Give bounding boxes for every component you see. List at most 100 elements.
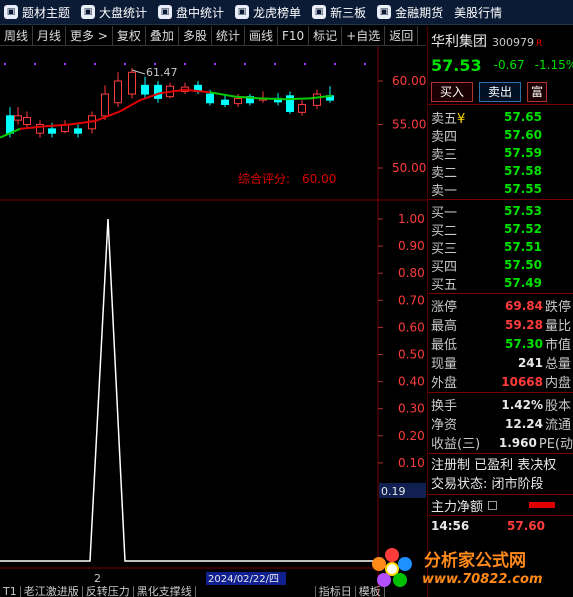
stats-block-2: 换手 1.42% 股本 净资 12.24 流通 收益(三) 1.960 PE(动 <box>428 395 573 453</box>
grid-dot <box>124 63 126 65</box>
toolbar-button-4[interactable]: 叠加 <box>146 25 179 46</box>
toolbar-button-7[interactable]: 画线 <box>245 25 278 46</box>
quote-panel: 华利集团 300979 R 57.53 -0.67 -1.15% 买入 卖出 富… <box>427 26 573 597</box>
net-flow-label: 主力净额 <box>431 499 484 515</box>
indicator-tabs: T1 老江激进版 反转压力 黑化支撑线 指标日 模板 <box>0 586 426 597</box>
toolbar-button-5[interactable]: 多股 <box>179 25 212 46</box>
board-icon: ▣ <box>312 5 327 19</box>
indicator-tick-label: 0.70 <box>398 293 425 307</box>
grid-icon: ▣ <box>4 5 18 19</box>
ask-price: 57.65 <box>504 110 542 124</box>
indicator-tab-3[interactable]: 黑化支撑线 <box>134 586 196 597</box>
toolbar-button-9[interactable]: 标记 <box>309 25 343 46</box>
nav-item-1[interactable]: ▣ 大盘统计 <box>77 0 154 24</box>
stats-divider <box>428 392 573 393</box>
indicator-tick-label: 0.30 <box>398 402 425 416</box>
stat-value: 12.24 <box>505 416 543 431</box>
stat-label: 涨停 <box>431 300 458 315</box>
nav-label: 龙虎榜单 <box>253 5 302 20</box>
ask-label: 卖五¥ <box>428 108 498 127</box>
toolbar-button-2[interactable]: 更多 > <box>66 25 113 46</box>
net-flow-row: 主力净额 <box>428 494 573 516</box>
order-book-row: 卖四 57.60 <box>428 126 573 145</box>
candle-body <box>14 115 22 121</box>
pie-chart-icon: ▣ <box>81 5 96 19</box>
trade-buttons: 买入 卖出 富 <box>428 79 573 105</box>
stat-value: 10668 <box>501 374 543 389</box>
toolbar-button-0[interactable]: 周线 <box>0 25 34 46</box>
bid-level: 买四 <box>431 259 458 275</box>
bid-level: 买三 <box>431 241 458 257</box>
toolbar-button-10[interactable]: +自选 <box>342 25 386 46</box>
toolbar-button-8[interactable]: F10 <box>278 25 310 46</box>
order-book-sell: 卖五¥ 57.65 卖四 57.60 卖三 57.59 卖二 57.58 卖一 57.55 <box>428 105 573 199</box>
nav-item-6[interactable]: 美股行情 <box>450 0 509 24</box>
stat-extra-label: PE(动 <box>538 437 573 452</box>
ask-level: 卖五 <box>431 111 458 127</box>
ask-level: 卖二 <box>431 165 458 181</box>
toolbar-button-11[interactable]: 返回 <box>385 25 419 46</box>
indicator-tab-2[interactable]: 反转压力 <box>83 586 134 597</box>
flower-icon <box>372 548 412 587</box>
stat-row: 外盘 10668 内盘 <box>428 372 573 392</box>
chart-toolbar: 周线 月线 更多 > 复权 叠加 多股 统计 画线 F10 标记 +自选 返回 <box>0 25 426 46</box>
nav-item-4[interactable]: ▣ 新三板 <box>308 0 373 24</box>
nav-label: 题材主题 <box>22 5 71 20</box>
grid-dot <box>364 63 366 65</box>
stat-label: 净资 <box>431 418 458 433</box>
stat-value: 1.960 <box>498 435 537 450</box>
candle-body <box>234 97 242 105</box>
grid-dot <box>334 63 336 65</box>
futures-icon: ▣ <box>377 5 392 19</box>
candle-body <box>23 117 31 126</box>
grid-dot <box>154 63 156 65</box>
stat-label: 最低 <box>431 338 458 353</box>
toolbar-button-6[interactable]: 统计 <box>212 25 245 46</box>
indicator-tick-label: 0.20 <box>398 429 425 443</box>
sell-button[interactable]: 卖出 <box>479 81 522 102</box>
stat-extra-label: 总量 <box>545 357 572 372</box>
order-book-row: 卖一 57.55 <box>428 180 573 199</box>
stat-extra-label: 跌停 <box>545 300 572 315</box>
candle-body <box>114 80 122 104</box>
indicator-tab-0[interactable]: T1 <box>0 586 21 597</box>
nav-item-5[interactable]: ▣ 金融期货 <box>373 0 450 24</box>
candle-body <box>141 84 149 95</box>
indicator-tab-4[interactable] <box>196 586 316 597</box>
grid-dot <box>184 63 186 65</box>
bid-level: 买一 <box>431 205 458 221</box>
stock-quote: 57.53 -0.67 -1.15% <box>428 51 573 79</box>
ask-label: 卖四 <box>428 126 498 145</box>
net-flow-bar <box>529 502 556 508</box>
toolbar-button-3[interactable]: 复权 <box>113 25 146 46</box>
indicator-tick-label: 0.60 <box>398 320 425 334</box>
ma-line-segment <box>284 97 311 101</box>
buy-button[interactable]: 买入 <box>431 81 474 102</box>
grid-dot <box>4 63 6 65</box>
top-nav-bar: ▣ 题材主题 ▣ 大盘统计 ▣ 盘中统计 ▣ 龙虎榜单 ▣ 新三板 ▣ 金融期货 美股行情 <box>0 0 573 25</box>
toolbar-button-1[interactable]: 月线 <box>33 25 67 46</box>
order-book-row: 买五 57.49 <box>428 274 573 293</box>
watermark-name: 分析家公式网 <box>424 551 526 571</box>
tick-price: 57.60 <box>507 518 545 533</box>
stat-extra-label: 市值 <box>545 338 572 353</box>
indicator-tab-1[interactable]: 老江激进版 <box>21 586 83 597</box>
current-value-label: 0.19 <box>381 485 406 498</box>
candle-body <box>221 99 229 105</box>
stat-row: 现量 241 总量 <box>428 353 573 373</box>
nav-item-0[interactable]: ▣ 题材主题 <box>0 0 77 24</box>
trade-status: 交易状态: 闭市阶段 <box>431 477 544 492</box>
stat-row: 换手 1.42% 股本 <box>428 395 573 415</box>
nav-item-3[interactable]: ▣ 龙虎榜单 <box>231 0 308 24</box>
price-tick-label: 50.00 <box>392 161 426 175</box>
margin-button[interactable]: 富 <box>527 81 548 102</box>
nav-item-2[interactable]: ▣ 盘中统计 <box>154 0 231 24</box>
order-book-row: 买四 57.50 <box>428 256 573 275</box>
net-flow-icon[interactable] <box>488 500 498 510</box>
time-axis-marker: 2 <box>94 572 101 585</box>
watermark-logo: 分析家公式网 www.70822.com <box>364 541 573 597</box>
date-cursor-label: 2024/02/22/四 <box>208 574 279 585</box>
nav-label: 美股行情 <box>454 5 503 20</box>
ask-level: 卖四 <box>431 129 458 145</box>
indicator-tab-5[interactable]: 指标日 <box>316 586 356 597</box>
